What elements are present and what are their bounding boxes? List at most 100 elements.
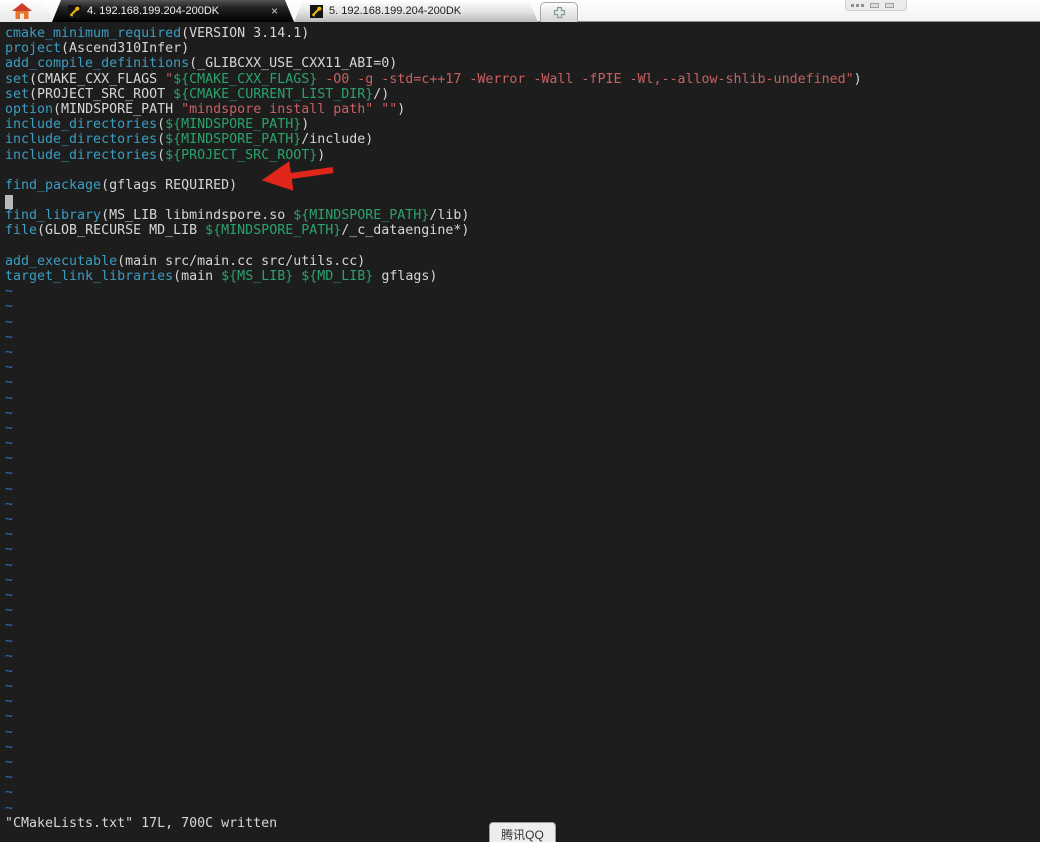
- code-token: (PROJECT_SRC_ROOT: [29, 86, 174, 102]
- empty-line-tilde: ~: [5, 512, 14, 527]
- empty-line-tilde: ~: [5, 451, 14, 467]
- empty-line-tilde: ~: [5, 679, 14, 695]
- empty-line-tilde: ~: [5, 344, 14, 360]
- empty-line-tilde: ~: [5, 496, 14, 512]
- code-line: [5, 193, 1040, 210]
- empty-line-tilde: ~: [5, 390, 14, 406]
- code-token: ${MINDSPORE_PATH}: [205, 223, 342, 239]
- code-token: ": [165, 71, 174, 87]
- terminal-viewport[interactable]: cmake_minimum_required(VERSION 3.14.1) pr…: [0, 22, 1040, 842]
- empty-line-tilde: ~: [5, 375, 14, 391]
- code-token: (main: [173, 269, 222, 284]
- empty-line-tilde: ~: [5, 481, 14, 497]
- code-token: ${CMAKE_CXX_FLAGS}: [173, 71, 318, 87]
- empty-line-tilde: ~: [5, 603, 14, 619]
- code-token: ${MS_LIB}: [221, 269, 294, 284]
- empty-line-tilde: ~: [5, 633, 14, 649]
- code-line: add_compile_definitions(_GLIBCXX_USE_CXX…: [5, 56, 1040, 71]
- new-tab-button[interactable]: [540, 2, 578, 22]
- code-token: (: [157, 132, 166, 148]
- empty-line-tilde: ~: [5, 648, 14, 664]
- code-token: (: [157, 117, 166, 133]
- session-key-icon: [310, 5, 323, 18]
- empty-line-tilde: ~: [5, 527, 14, 543]
- empty-line-tilde: ~: [5, 405, 14, 421]
- code-token: set: [5, 71, 30, 87]
- code-token: ${MINDSPORE_PATH}: [293, 208, 430, 224]
- plus-icon: [553, 6, 565, 19]
- securecrt-window: 4. 192.168.199.204-200DK × 5. 192.168.19…: [0, 0, 1040, 842]
- code-token: ): [397, 101, 406, 117]
- code-token: /): [373, 86, 390, 102]
- tab-bar: 4. 192.168.199.204-200DK × 5. 192.168.19…: [0, 0, 1040, 22]
- code-token: include_directories: [5, 117, 158, 133]
- empty-line-tilde: ~: [5, 542, 14, 558]
- tab-session-5[interactable]: 5. 192.168.199.204-200DK ×: [294, 0, 538, 22]
- code-token: find_package: [5, 177, 102, 193]
- tab-session-4[interactable]: 4. 192.168.199.204-200DK ×: [52, 0, 294, 22]
- code-line: project(Ascend310Infer): [5, 41, 1040, 56]
- code-line: option(MINDSPORE_PATH "mindspore install…: [5, 102, 1040, 117]
- empty-line-tilde: ~: [5, 694, 14, 710]
- empty-line-tilde: ~: [5, 724, 14, 740]
- code-line: find_package(gflags REQUIRED): [5, 178, 1040, 193]
- empty-line-tilde: ~: [5, 284, 14, 300]
- code-token: (_GLIBCXX_USE_CXX11_ABI=0): [189, 56, 398, 72]
- code-token: ${MINDSPORE_PATH}: [165, 117, 302, 133]
- code-token: set: [5, 86, 30, 102]
- empty-line-tilde: ~: [5, 800, 14, 816]
- code-token: /_c_dataengine*): [341, 223, 470, 239]
- grip-dots-icon: [851, 3, 864, 7]
- code-line: target_link_libraries(main ${MS_LIB} ${M…: [5, 269, 1040, 284]
- empty-line-tilde: ~: [5, 587, 14, 603]
- code-token: ${PROJECT_SRC_ROOT}: [165, 147, 318, 163]
- code-token: (MINDSPORE_PATH: [53, 101, 182, 117]
- quick-toolbar[interactable]: [845, 0, 907, 11]
- code-token: (gflags REQUIRED): [101, 177, 238, 193]
- code-token: (: [157, 147, 166, 163]
- code-line: file(GLOB_RECURSE MD_LIB ${MINDSPORE_PAT…: [5, 223, 1040, 238]
- toolbar-button-icon[interactable]: [885, 2, 894, 8]
- empty-line-tilde: ~: [5, 755, 14, 770]
- code-token: gflags): [373, 269, 438, 284]
- empty-line-tilde: ~: [5, 360, 14, 376]
- empty-line-tilde: ~: [5, 466, 14, 482]
- code-token: cmake_minimum_required: [5, 26, 182, 41]
- code-token: (Ascend310Infer): [61, 41, 190, 57]
- code-area: cmake_minimum_required(VERSION 3.14.1) pr…: [5, 26, 1040, 816]
- empty-line-tilde: ~: [5, 663, 14, 679]
- home-button[interactable]: [0, 0, 54, 22]
- code-token: ${MD_LIB}: [301, 269, 374, 284]
- code-token: ): [853, 71, 862, 87]
- toolbar-button-icon[interactable]: [870, 2, 879, 8]
- tab-label: 5. 192.168.199.204-200DK: [329, 5, 462, 17]
- tab-label: 4. 192.168.199.204-200DK: [87, 5, 220, 17]
- empty-line-tilde: ~: [5, 618, 14, 634]
- code-token: /include): [301, 132, 374, 148]
- empty-line-tilde: ~: [5, 770, 14, 786]
- cursor-block: [5, 195, 13, 210]
- code-token: ${MINDSPORE_PATH}: [165, 132, 302, 148]
- empty-line-tilde: ~: [5, 436, 14, 452]
- code-line: include_directories(${MINDSPORE_PATH}): [5, 117, 1040, 132]
- code-token: (MS_LIB libmindspore.so: [101, 208, 294, 224]
- empty-line-tilde: ~: [5, 299, 14, 315]
- code-token: (GLOB_RECURSE MD_LIB: [37, 223, 206, 239]
- code-line: add_executable(main src/main.cc src/util…: [5, 254, 1040, 269]
- empty-line-tilde: ~: [5, 709, 14, 725]
- empty-line-tilde: ~: [5, 557, 14, 573]
- session-key-icon: [68, 5, 81, 18]
- code-token: (main src/main.cc src/utils.cc): [117, 253, 366, 269]
- code-token: include_directories: [5, 147, 158, 163]
- code-token: add_compile_definitions: [5, 56, 190, 72]
- code-line: cmake_minimum_required(VERSION 3.14.1): [5, 26, 1040, 41]
- code-line: include_directories(${MINDSPORE_PATH}/in…: [5, 132, 1040, 147]
- qq-tooltip[interactable]: 腾讯QQ: [489, 822, 556, 842]
- code-token: (CMAKE_CXX_FLAGS: [29, 71, 166, 87]
- code-token: (VERSION 3.14.1): [181, 26, 310, 41]
- code-line: include_directories(${PROJECT_SRC_ROOT}): [5, 148, 1040, 163]
- empty-line-tilde: ~: [5, 420, 14, 436]
- tab-close-icon[interactable]: ×: [271, 0, 278, 22]
